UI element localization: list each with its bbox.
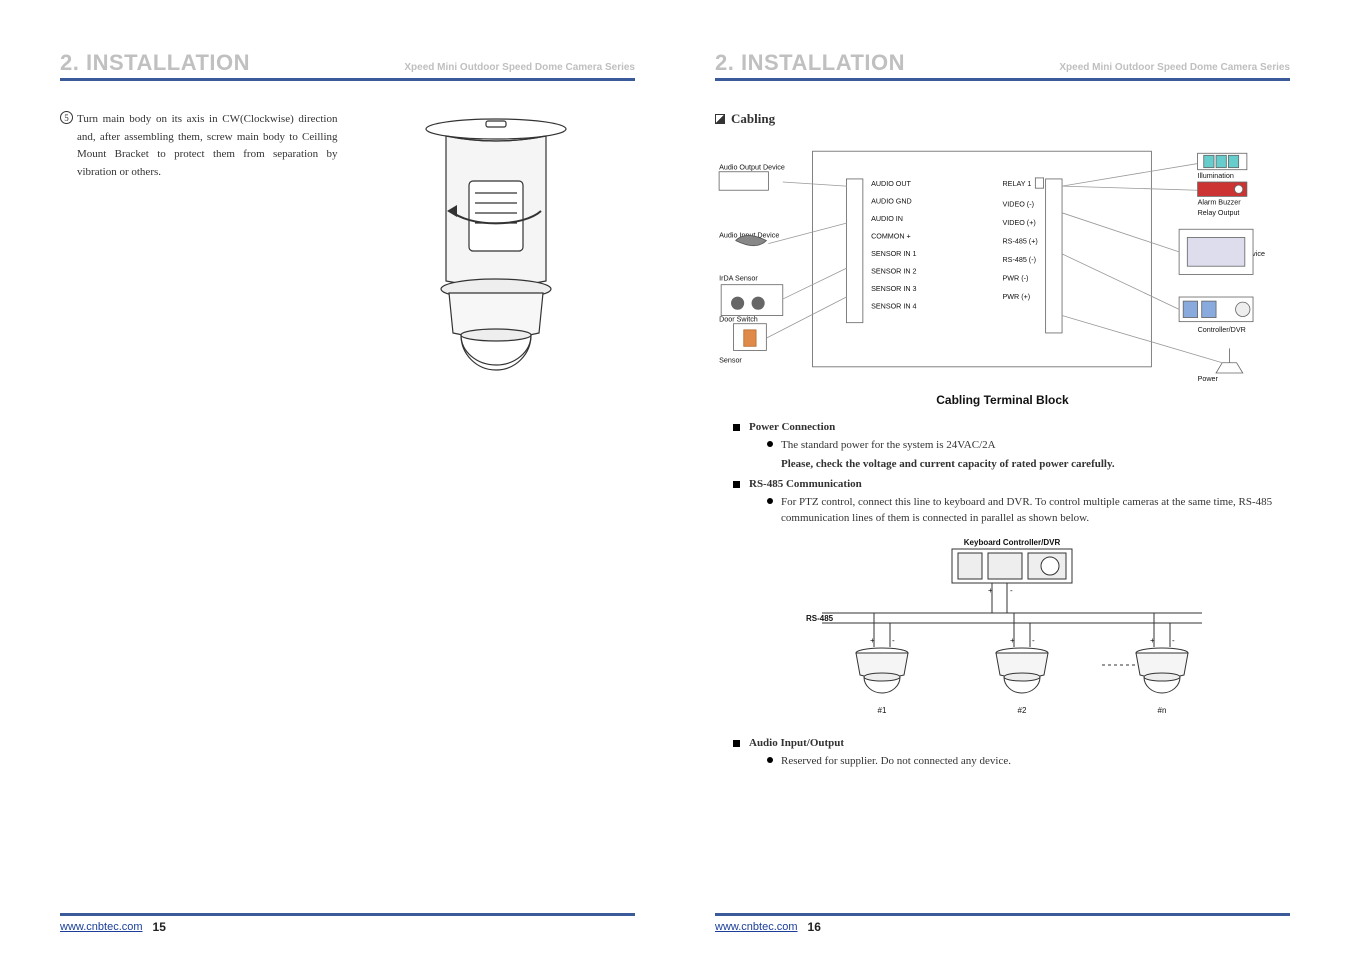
chapter-title: 2. INSTALLATION [60,50,250,76]
svg-text:AUDIO OUT: AUDIO OUT [871,180,911,188]
step-text: Turn main body on its axis in CW(Clockwi… [77,111,338,181]
footer-right: www.cnbtec.com 16 [715,913,1290,934]
page-number: 16 [808,920,821,934]
svg-text:PWR (+): PWR (+) [1003,293,1031,301]
svg-text:Power: Power [1198,375,1219,383]
footer-url[interactable]: www.cnbtec.com [715,921,798,933]
camera-assembly-illustration [391,111,601,391]
svg-text:#n: #n [1157,706,1166,715]
section-note: Please, check the voltage and current ca… [781,458,1290,470]
svg-text:COMMON +: COMMON + [871,232,911,240]
svg-text:Illumination: Illumination [1198,172,1234,180]
section-point: For PTZ control, connect this line to ke… [767,494,1290,527]
section-point: The standard power for the system is 24V… [767,437,1290,454]
section-item: Power Connection [733,421,1290,433]
svg-text:RS-485: RS-485 [806,614,834,623]
svg-text:Sensor: Sensor [719,357,742,365]
page-left: 2. INSTALLATION Xpeed Mini Outdoor Speed… [0,0,675,954]
svg-text:+: + [1150,636,1155,645]
page-number: 15 [153,920,166,934]
cabling-caption: Cabling Terminal Block [715,393,1290,407]
svg-text:PWR (-): PWR (-) [1003,275,1029,283]
product-series: Xpeed Mini Outdoor Speed Dome Camera Ser… [1059,62,1290,73]
svg-text:AUDIO IN: AUDIO IN [871,215,903,223]
svg-text:VIDEO (+): VIDEO (+) [1003,219,1036,227]
svg-text:Relay Output: Relay Output [1198,209,1240,217]
step-number: 5 [60,111,73,124]
svg-text:IrDA Sensor: IrDA Sensor [719,275,758,283]
section-point: Reserved for supplier. Do not connected … [767,753,1290,770]
svg-text:Audio Output Device: Audio Output Device [719,164,785,172]
svg-text:#1: #1 [877,706,886,715]
header: 2. INSTALLATION Xpeed Mini Outdoor Speed… [60,50,635,81]
svg-text:+: + [988,586,993,595]
svg-text:-: - [892,636,895,645]
section-item: RS-485 Communication [733,478,1290,490]
footer-url[interactable]: www.cnbtec.com [60,921,143,933]
svg-text:+: + [870,636,875,645]
section-title: Cabling [731,111,775,127]
svg-text:-: - [1172,636,1175,645]
svg-text:-: - [1010,586,1013,595]
content-left: 5 Turn main body on its axis in CW(Clock… [60,81,635,913]
footer-left: www.cnbtec.com 15 [60,913,635,934]
svg-text:VIDEO (-): VIDEO (-) [1003,201,1034,209]
svg-text:-: - [1032,636,1035,645]
svg-text:Alarm Buzzer: Alarm Buzzer [1198,199,1242,207]
install-step: 5 Turn main body on its axis in CW(Clock… [60,111,338,181]
svg-text:#2: #2 [1017,706,1026,715]
svg-text:SENSOR IN 3: SENSOR IN 3 [871,285,916,293]
chapter-title: 2. INSTALLATION [715,50,905,76]
svg-text:RS-485 (-): RS-485 (-) [1003,256,1036,264]
svg-text:RS-485 (+): RS-485 (+) [1003,238,1038,246]
section-item: Audio Input/Output [733,737,1290,749]
cabling-terminal-diagram: AUDIO OUT AUDIO GND AUDIO IN COMMON + SENSOR… [715,135,1290,411]
svg-text:SENSOR IN 2: SENSOR IN 2 [871,267,916,275]
svg-text:SENSOR IN 4: SENSOR IN 4 [871,302,916,310]
section-header: Cabling [715,111,1290,127]
content-right: Cabling AUDIO OUT AUDIO GND AUDIO IN COMMON… [715,81,1290,913]
svg-text:Controller/DVR: Controller/DVR [1198,326,1246,334]
svg-text:Keyboard Controller/DVR: Keyboard Controller/DVR [963,538,1060,547]
svg-text:RELAY 1: RELAY 1 [1003,180,1032,188]
product-series: Xpeed Mini Outdoor Speed Dome Camera Ser… [404,62,635,73]
svg-text:SENSOR IN 1: SENSOR IN 1 [871,250,916,258]
header: 2. INSTALLATION Xpeed Mini Outdoor Speed… [715,50,1290,81]
section-bullet-icon [715,114,725,124]
svg-text:Door Switch: Door Switch [719,316,758,324]
svg-text:AUDIO GND: AUDIO GND [871,198,912,206]
page-right: 2. INSTALLATION Xpeed Mini Outdoor Speed… [675,0,1350,954]
content-list: Power Connection The standard power for t… [733,421,1290,769]
svg-text:+: + [1010,636,1015,645]
rs485-diagram: Keyboard Controller/DVR + - RS-485 + - #1 + - #2 +… [733,535,1290,729]
